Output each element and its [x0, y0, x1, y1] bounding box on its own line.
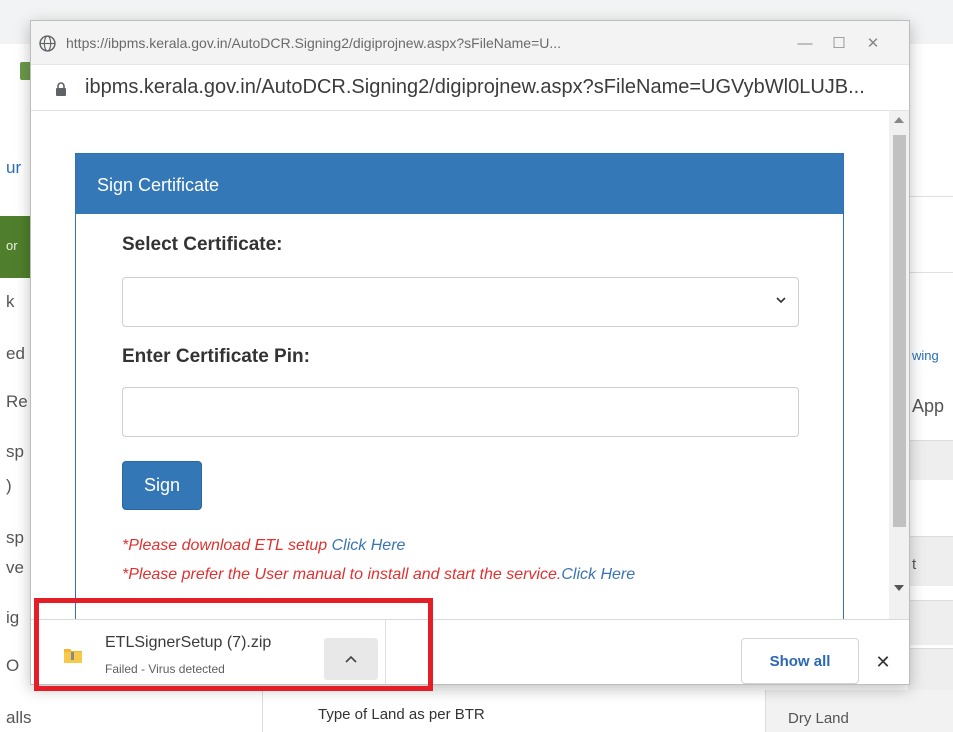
- certificate-pin-label: Enter Certificate Pin:: [122, 346, 310, 367]
- chevron-down-icon: [776, 297, 786, 304]
- etl-download-link[interactable]: Click Here: [332, 537, 406, 554]
- bg-left-fragment: alls: [6, 708, 32, 727]
- highlight-annotation-box: [34, 598, 433, 691]
- close-icon[interactable]: ✕: [871, 650, 895, 674]
- bg-right-fragment: wing: [912, 348, 939, 363]
- bg-left-fragment: ed: [6, 344, 25, 363]
- bg-right-grey-row: [908, 600, 953, 645]
- popup-title-bar[interactable]: https://ibpms.kerala.gov.in/AutoDCR.Sign…: [31, 21, 909, 65]
- bg-right-grey-row: [908, 440, 953, 480]
- scrollbar-thumb[interactable]: [893, 135, 906, 527]
- sign-certificate-panel: Sign Certificate Select Certificate: Ent…: [75, 153, 844, 673]
- etl-download-text: *Please download ETL setup: [122, 537, 332, 554]
- address-url[interactable]: ibpms.kerala.gov.in/AutoDCR.Signing2/dig…: [85, 76, 865, 99]
- bg-left-fragment: or: [6, 238, 18, 253]
- background-table-row: Type of Land as per BTR: [262, 690, 767, 732]
- bg-row-label: Type of Land as per BTR: [318, 706, 485, 723]
- bg-left-fragment: ig: [6, 608, 20, 627]
- bg-right-fragment: App: [912, 396, 945, 416]
- popup-browser-window: https://ibpms.kerala.gov.in/AutoDCR.Sign…: [30, 20, 910, 685]
- select-certificate-label: Select Certificate:: [122, 234, 283, 255]
- panel-header: Sign Certificate: [76, 154, 843, 214]
- background-right-column: wing App t: [908, 100, 953, 732]
- bg-right-cell: [908, 196, 953, 272]
- bg-left-fragment: ve: [6, 558, 24, 577]
- panel-title: Sign Certificate: [97, 175, 220, 195]
- bg-left-fragment: ur: [6, 158, 22, 177]
- etl-download-note: *Please download ETL setup Click Here: [122, 537, 405, 555]
- bg-right-fragment: t: [912, 556, 917, 573]
- user-manual-note: *Please prefer the User manual to instal…: [122, 566, 635, 584]
- bg-left-fragment: k: [6, 292, 15, 311]
- certificate-select[interactable]: [122, 277, 799, 327]
- bg-left-fragment: Re: [6, 392, 28, 411]
- globe-icon: [39, 35, 56, 52]
- window-close-button[interactable]: ✕: [861, 31, 885, 55]
- background-table-cell: Dry Land: [765, 690, 953, 732]
- bg-left-fragment: sp: [6, 442, 24, 461]
- bg-right-grey-row: [908, 648, 953, 693]
- show-all-button[interactable]: Show all: [741, 638, 859, 684]
- sign-button[interactable]: Sign: [122, 461, 202, 510]
- scroll-down-arrow[interactable]: [894, 585, 904, 591]
- user-manual-link[interactable]: Click Here: [561, 566, 635, 583]
- bg-right-cell: [908, 272, 953, 327]
- bg-left-fragment: O: [6, 656, 20, 675]
- bg-row-value: Dry Land: [788, 710, 849, 727]
- scroll-up-arrow[interactable]: [894, 117, 904, 123]
- lock-icon: [56, 82, 66, 96]
- background-left-column: ur k ed Re sp ) sp ve ig O: [0, 100, 32, 732]
- certificate-pin-input[interactable]: [122, 387, 799, 437]
- background-green-tab: or: [0, 216, 32, 278]
- bg-left-fragment: sp: [6, 528, 24, 547]
- address-bar[interactable]: ibpms.kerala.gov.in/AutoDCR.Signing2/dig…: [31, 65, 909, 111]
- maximize-button[interactable]: ☐: [827, 31, 851, 55]
- user-manual-text: *Please prefer the User manual to instal…: [122, 566, 562, 583]
- vertical-scrollbar[interactable]: [889, 111, 909, 684]
- popup-title-url: https://ibpms.kerala.gov.in/AutoDCR.Sign…: [66, 35, 562, 51]
- minimize-button[interactable]: —: [793, 31, 817, 55]
- bg-left-fragment: ): [6, 476, 12, 495]
